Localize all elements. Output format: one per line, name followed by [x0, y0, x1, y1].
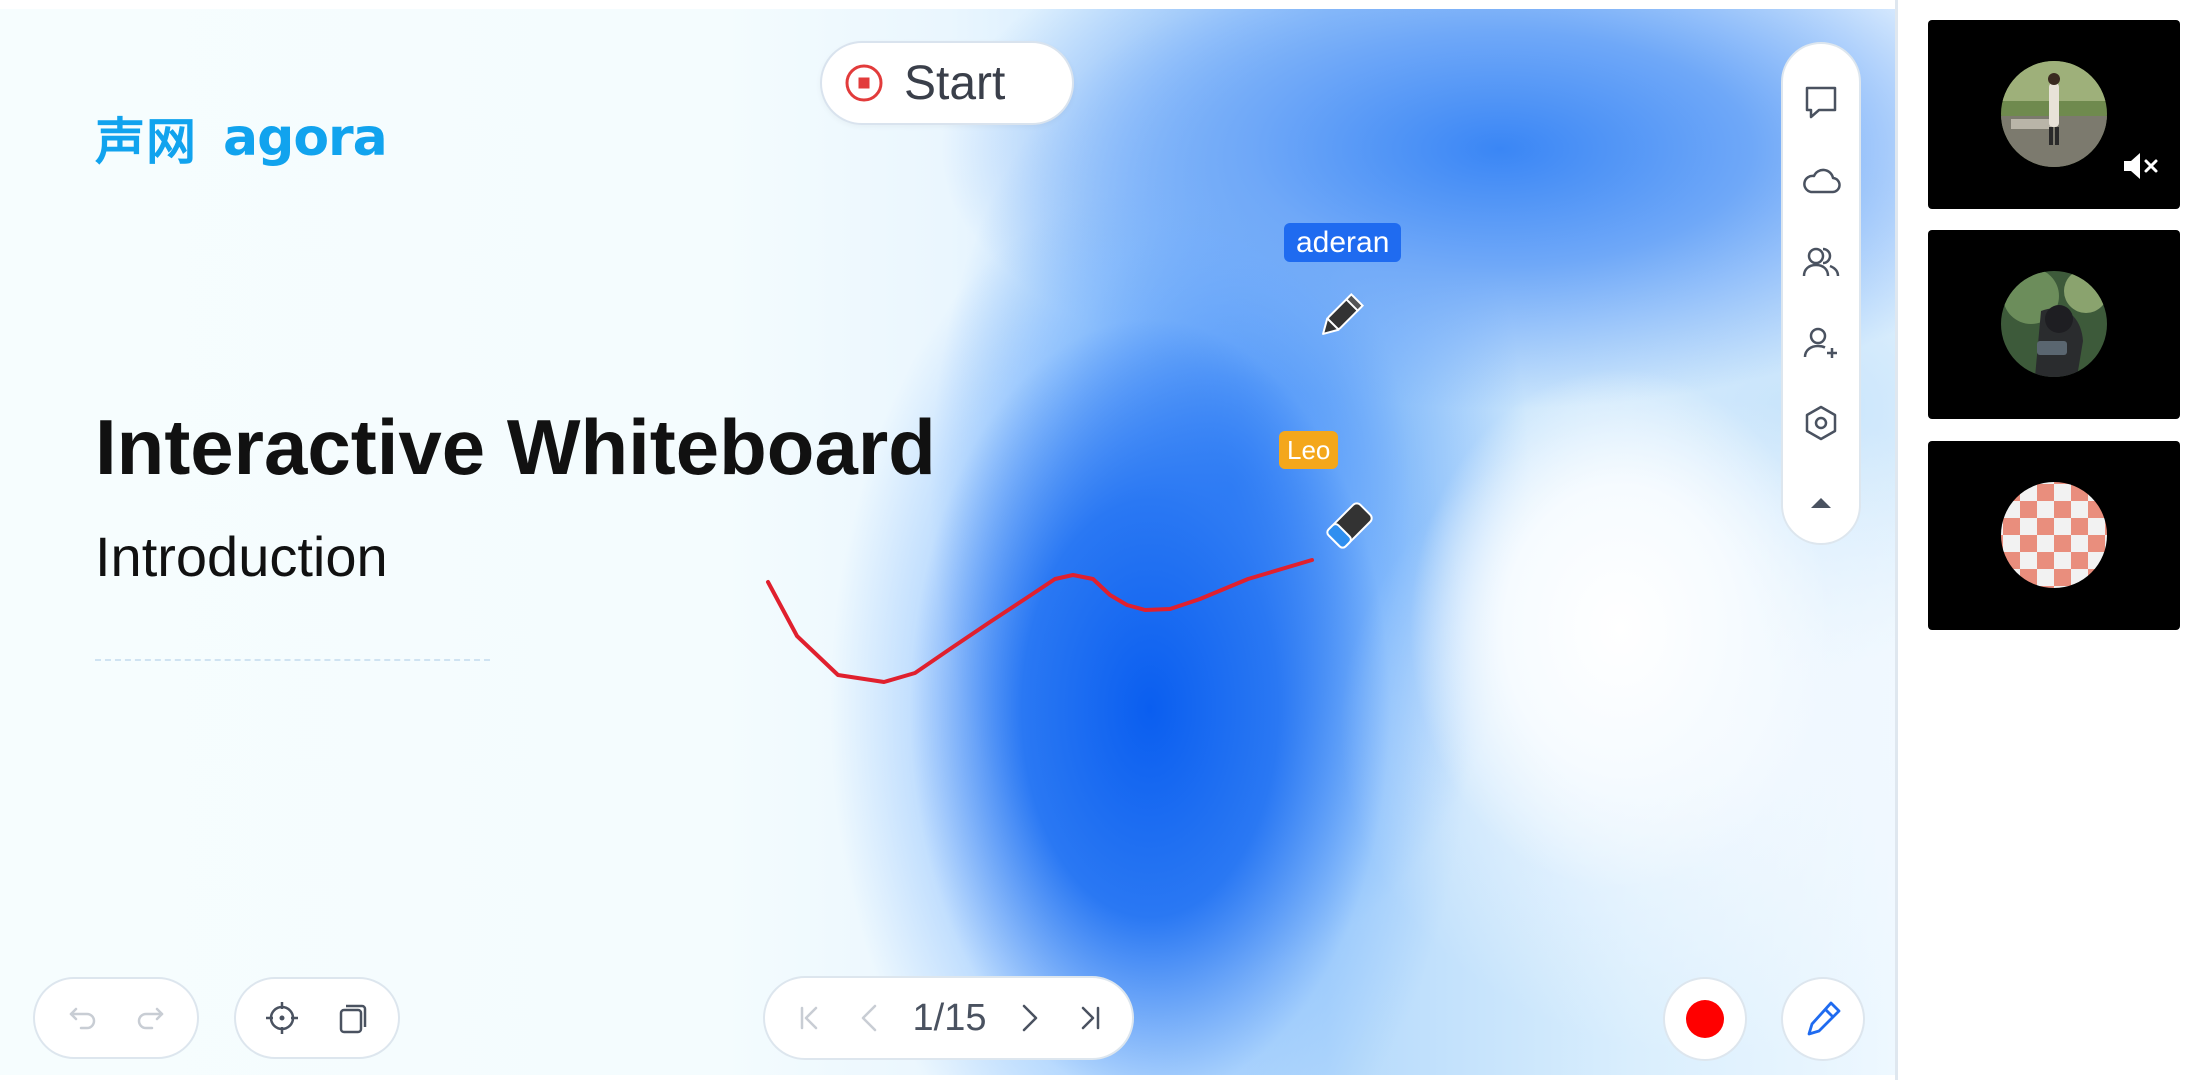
view-tools: [234, 977, 400, 1059]
record-button[interactable]: [1663, 977, 1747, 1061]
logo-en-text: agora: [223, 108, 388, 168]
pages-icon[interactable]: [335, 1000, 371, 1036]
collapse-toolbar-button[interactable]: [1791, 463, 1851, 543]
chat-button[interactable]: [1791, 62, 1851, 142]
pen-icon: [1807, 1001, 1841, 1036]
eraser-icon: [1326, 502, 1373, 549]
avatar: [2001, 61, 2107, 167]
muted-icon: [2124, 153, 2158, 179]
video-tile-participant-1[interactable]: [1928, 20, 2180, 209]
invite-button[interactable]: [1791, 303, 1851, 383]
collapse-icon: [1811, 497, 1831, 508]
cursor-label-leo: Leo: [1279, 431, 1339, 469]
settings-button[interactable]: [1791, 383, 1851, 463]
redo-icon[interactable]: [134, 1000, 170, 1036]
slide-divider: [95, 659, 490, 661]
start-recording-button[interactable]: Start: [820, 41, 1074, 125]
pen-tool-button[interactable]: [1781, 977, 1865, 1061]
avatar: [2001, 271, 2107, 377]
chat-icon: [1805, 86, 1837, 119]
next-page-icon[interactable]: [1011, 1000, 1047, 1036]
video-tile-participant-3[interactable]: [1928, 441, 2180, 630]
undo-icon[interactable]: [63, 1000, 99, 1036]
page-indicator: 1/15: [912, 996, 987, 1039]
users-button[interactable]: [1791, 222, 1851, 302]
slide-title: Interactive Whiteboard: [95, 403, 936, 491]
history-controls: [33, 977, 199, 1059]
first-page-icon[interactable]: [791, 1000, 827, 1036]
sidebar-divider: [1895, 0, 1898, 1080]
record-icon: [845, 64, 883, 102]
locate-icon[interactable]: [264, 1000, 300, 1036]
agora-logo: 声网 agora: [95, 103, 388, 173]
video-tile-participant-2[interactable]: [1928, 230, 2180, 419]
cloud-button[interactable]: [1791, 142, 1851, 222]
last-page-icon[interactable]: [1072, 1000, 1108, 1036]
slide-subtitle: Introduction: [95, 525, 388, 588]
start-recording-label: Start: [904, 56, 1006, 110]
page-navigator: 1/15: [763, 976, 1134, 1060]
cursor-label-aderan: aderan: [1284, 223, 1402, 262]
record-dot-icon: [1686, 1000, 1724, 1038]
pencil-icon: [1322, 292, 1365, 335]
users-icon: [1802, 248, 1840, 277]
settings-icon: [1805, 405, 1837, 441]
add-user-icon: [1803, 327, 1837, 358]
whiteboard-canvas[interactable]: 声网 agora Interactive Whiteboard Introduc…: [0, 9, 1895, 1075]
avatar: [2001, 482, 2107, 588]
prev-page-icon[interactable]: [852, 1000, 888, 1036]
right-toolbar: [1781, 42, 1861, 545]
logo-cn-text: 声网: [95, 113, 197, 171]
cloud-icon: [1803, 168, 1841, 194]
